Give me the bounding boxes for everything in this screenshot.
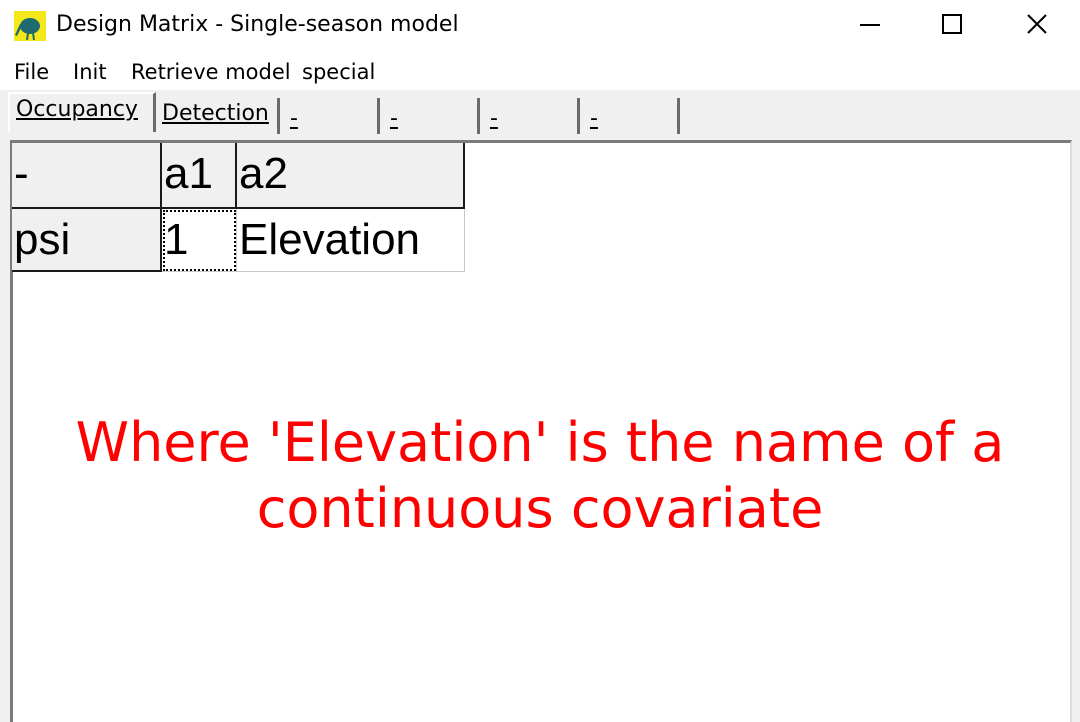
tab-occupancy-label: Occupancy: [16, 97, 138, 122]
tab-blank-4-label: -: [390, 106, 398, 131]
menu-init[interactable]: Init: [73, 60, 107, 84]
tab-occupancy[interactable]: Occupancy: [8, 92, 156, 132]
kiwi-bird-icon: [14, 11, 46, 41]
menu-bar: File Init Retrieve model special: [0, 56, 1080, 90]
grid-cell-psi-a2[interactable]: Elevation: [237, 209, 465, 272]
close-button[interactable]: [1007, 0, 1067, 52]
title-bar: Design Matrix - Single-season model: [0, 0, 1080, 52]
window-frame-left: [0, 140, 10, 722]
maximize-button[interactable]: [922, 0, 982, 52]
maximize-icon: [942, 14, 962, 34]
minimize-button[interactable]: [840, 0, 900, 52]
minimize-icon: [860, 24, 880, 26]
tab-blank-4[interactable]: -: [380, 98, 480, 134]
tab-blank-6[interactable]: -: [580, 98, 680, 134]
annotation-text: Where 'Elevation' is the name of a conti…: [75, 411, 1005, 540]
tab-blank-3-label: -: [290, 106, 298, 131]
column-header-a2[interactable]: a2: [237, 143, 465, 209]
menu-retrieve-model[interactable]: Retrieve model: [131, 60, 291, 84]
tab-strip: Occupancy Detection - - - -: [0, 90, 1080, 142]
menu-special[interactable]: special: [302, 60, 375, 84]
grid-corner-header: -: [12, 143, 162, 209]
close-icon: [1027, 14, 1047, 34]
tab-blank-5[interactable]: -: [480, 98, 580, 134]
column-header-a1[interactable]: a1: [162, 143, 237, 209]
row-header-psi[interactable]: psi: [12, 209, 162, 272]
tab-detection[interactable]: Detection: [156, 98, 280, 134]
menu-file[interactable]: File: [14, 60, 49, 84]
window-title: Design Matrix - Single-season model: [56, 12, 459, 37]
tab-blank-3[interactable]: -: [280, 98, 380, 134]
window-frame-right: [1072, 140, 1080, 722]
grid-cell-psi-a1[interactable]: 1: [162, 209, 237, 272]
tab-detection-label: Detection: [162, 101, 269, 126]
tab-blank-6-label: -: [590, 106, 598, 131]
tab-blank-5-label: -: [490, 106, 498, 131]
